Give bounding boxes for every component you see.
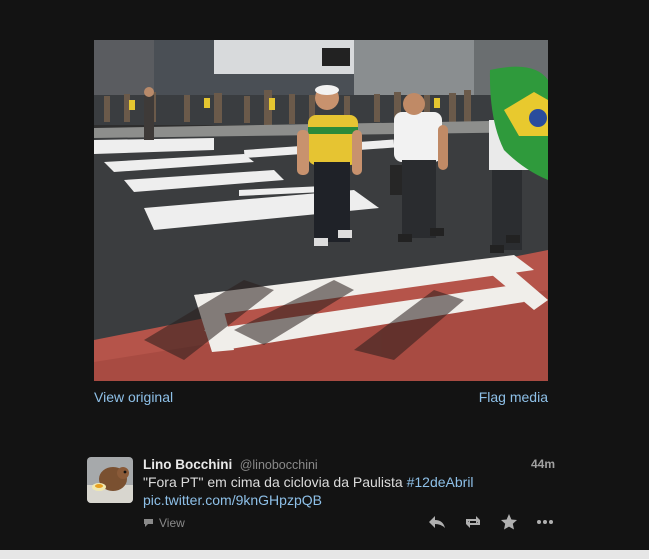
more-icon xyxy=(537,520,553,524)
view-original-link[interactable]: View original xyxy=(94,389,173,405)
avatar[interactable] xyxy=(87,457,133,503)
tweet-footer: View xyxy=(143,516,185,532)
hashtag-link[interactable]: #12deAbril xyxy=(407,474,474,490)
favorite-button[interactable] xyxy=(499,513,519,531)
tweet-body: "Fora PT" em cima da ciclovia da Paulist… xyxy=(143,474,403,490)
speech-bubble-icon xyxy=(144,519,153,527)
bottom-bar xyxy=(0,550,649,559)
author-name[interactable]: Lino Bocchini xyxy=(143,457,232,472)
tweet-timestamp[interactable]: 44m xyxy=(531,457,555,471)
reply-button[interactable] xyxy=(427,513,447,531)
media-actions: View original Flag media xyxy=(94,389,548,407)
tweet-header: Lino Bocchini @linobocchini xyxy=(143,456,318,474)
protest-photo xyxy=(94,40,548,381)
more-button[interactable] xyxy=(535,513,555,531)
media-photo[interactable] xyxy=(94,40,548,381)
retweet-icon xyxy=(466,516,480,528)
star-icon xyxy=(501,514,517,530)
author-handle[interactable]: @linobocchini xyxy=(240,458,318,472)
view-label: View xyxy=(159,516,185,530)
view-button[interactable]: View xyxy=(143,516,185,530)
retweet-button[interactable] xyxy=(463,513,483,531)
tweet-actions xyxy=(427,513,555,531)
reply-icon xyxy=(429,516,445,528)
tweet: Lino Bocchini @linobocchini 44m "Fora PT… xyxy=(87,456,557,544)
tweet-text: "Fora PT" em cima da ciclovia da Paulist… xyxy=(143,473,503,509)
flag-media-link[interactable]: Flag media xyxy=(479,389,548,405)
media-link[interactable]: pic.twitter.com/9knGHpzpQB xyxy=(143,492,322,508)
avatar-image xyxy=(87,457,133,503)
